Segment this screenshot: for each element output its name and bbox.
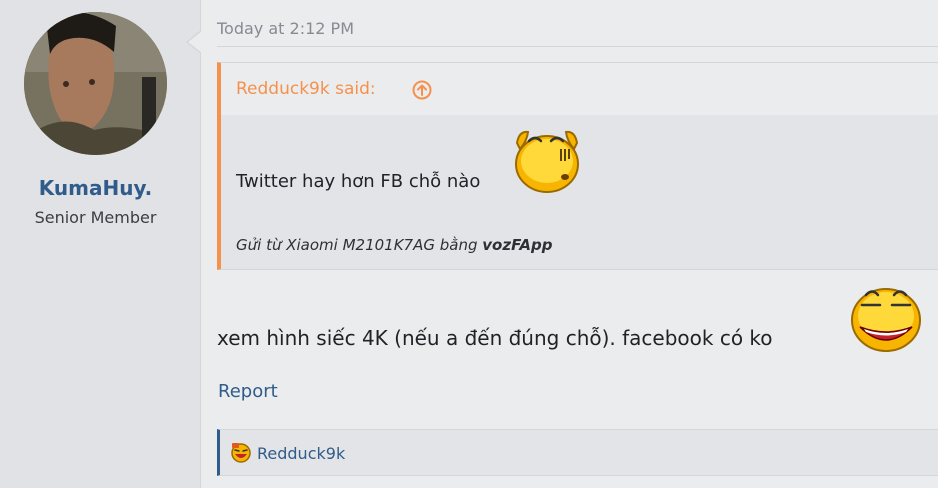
thinking-smiley-icon (511, 125, 583, 199)
quote-author-link[interactable]: Redduck9k said: (236, 79, 376, 99)
haha-reaction-icon[interactable] (230, 441, 252, 467)
quote-text: Twitter hay hơn FB chỗ nào (236, 171, 481, 192)
username-link[interactable]: KumaHuy. (0, 176, 191, 200)
reactions-bar: Redduck9k (217, 429, 938, 476)
user-sidebar: KumaHuy. Senior Member (0, 0, 201, 488)
avatar[interactable] (24, 12, 167, 155)
report-link[interactable]: Report (218, 381, 278, 402)
arrow-up-circle-icon[interactable] (412, 80, 432, 104)
signature-app: vozFApp (482, 236, 553, 254)
quote-block: Redduck9k said: Twitter hay hơn FB chỗ n… (217, 62, 938, 270)
signature-text: Gửi từ Xiaomi M2101K7AG bằng (236, 236, 478, 254)
post-date-link[interactable]: Today at 2:12 PM (217, 19, 354, 38)
user-title: Senior Member (34, 208, 157, 227)
quote-header: Redduck9k said: (221, 63, 938, 115)
quote-signature: Gửi từ Xiaomi M2101K7AG bằng vozFApp (236, 236, 552, 254)
divider (217, 46, 938, 47)
post-pointer (188, 31, 202, 53)
reaction-user-link[interactable]: Redduck9k (257, 444, 345, 463)
grinning-smiley-icon (848, 283, 924, 357)
post-message: xem hình siếc 4K (nếu a đến đúng chỗ). f… (217, 326, 773, 350)
